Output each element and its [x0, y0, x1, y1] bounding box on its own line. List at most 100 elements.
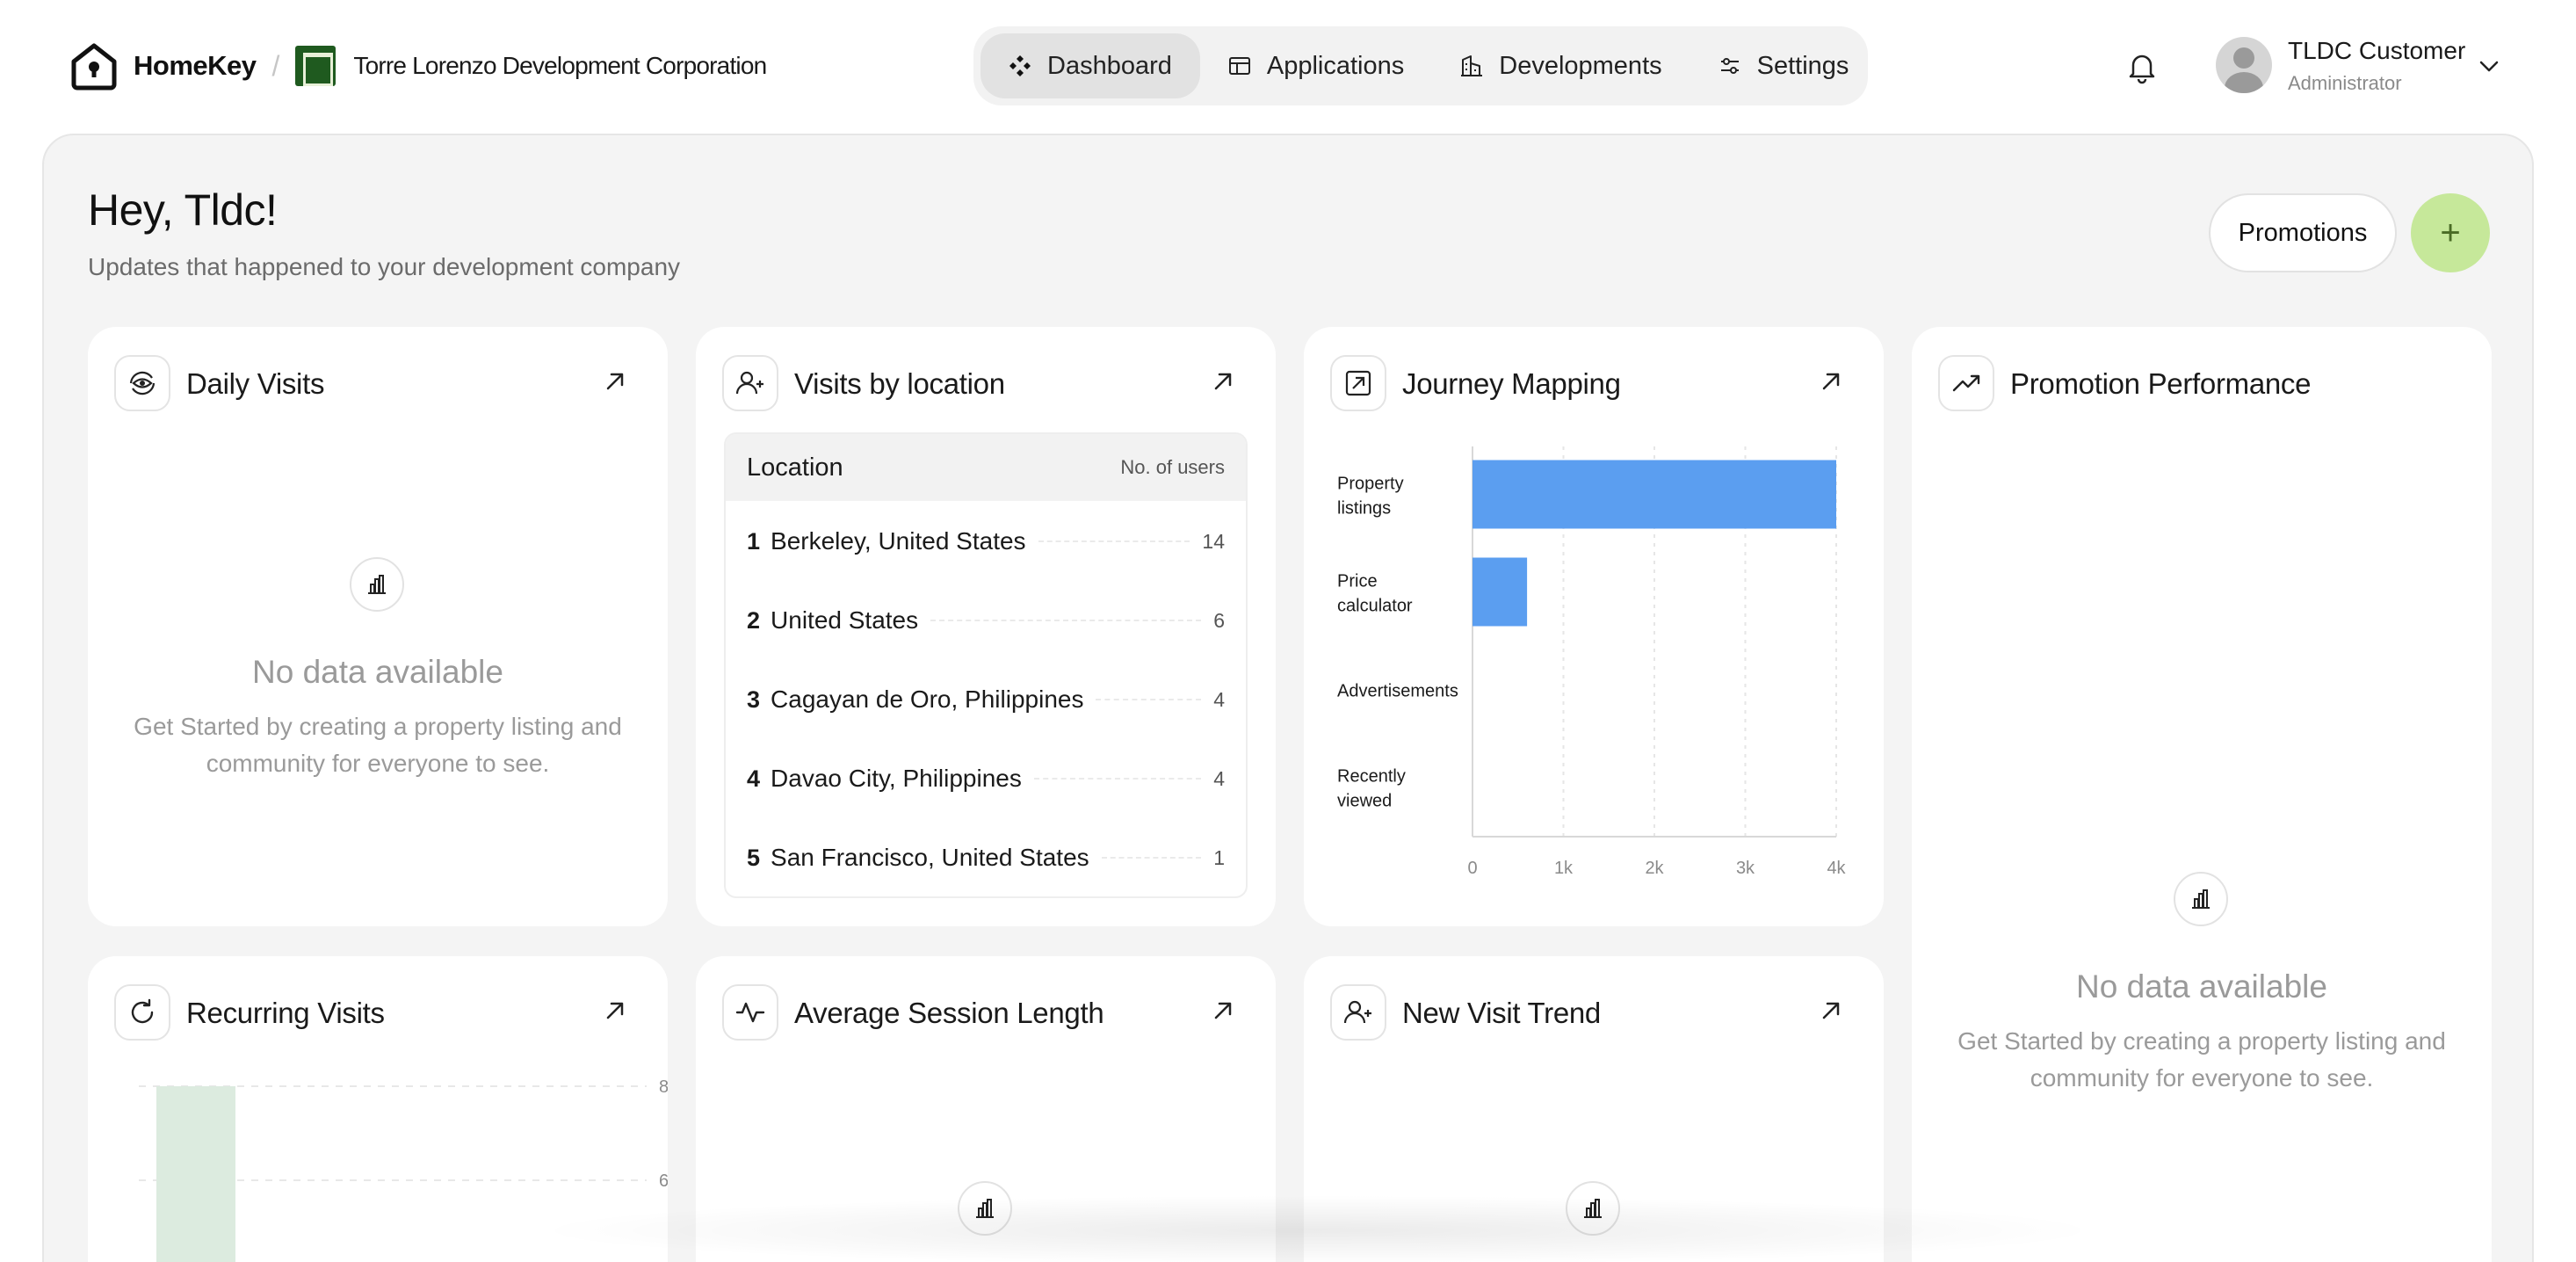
table-row: 1 Berkeley, United States 14: [747, 524, 1225, 559]
expand-arrow-icon[interactable]: [601, 367, 629, 395]
recurring-visits-chart: 86: [139, 1077, 668, 1262]
category-label: viewed: [1337, 792, 1392, 811]
expand-arrow-icon[interactable]: [1209, 997, 1237, 1025]
dashboard-panel: Hey, Tldc! Updates that happened to your…: [42, 134, 2534, 1262]
card-title: New Visit Trend: [1402, 997, 1601, 1029]
row-leader: [1033, 778, 1202, 780]
user-role: Administrator: [2288, 72, 2402, 94]
eye-refresh-icon: [129, 371, 156, 395]
row-leader: [1101, 857, 1202, 859]
card-visits-by-location: Visits by location Location No. of users…: [696, 327, 1276, 926]
bar-chart-icon: [958, 1181, 1012, 1236]
row-users: 4: [1213, 687, 1225, 711]
x-tick-label: 0: [1467, 859, 1477, 878]
row-rank: 3: [747, 685, 761, 713]
y-tick-label: 8: [659, 1077, 668, 1097]
row-users: 14: [1202, 529, 1225, 553]
card-average-session-length: Average Session Length: [696, 956, 1276, 1262]
y-tick-label: 6: [659, 1171, 668, 1191]
promotion-performance-icon: [1938, 355, 1994, 411]
user-plus-icon: [1343, 1000, 1371, 1024]
row-location: United States: [771, 606, 919, 634]
category-label: Recently: [1337, 767, 1406, 787]
top-bar: HomeKey / Torre Lorenzo Development Corp…: [0, 0, 2576, 132]
card-new-visit-trend: New Visit Trend: [1304, 956, 1884, 1262]
chevron-down-icon[interactable]: [2476, 53, 2502, 79]
row-location: Davao City, Philippines: [771, 765, 1022, 792]
row-users: 1: [1213, 845, 1225, 869]
empty-state-title: No data available: [2076, 968, 2327, 1005]
card-title: Promotion Performance: [2010, 367, 2312, 400]
brand-name: HomeKey: [134, 50, 257, 81]
page-title: Hey, Tldc!: [88, 185, 278, 235]
card-journey-mapping: Journey Mapping 0 1k 2k 3k 4k Property listing…: [1304, 327, 1884, 926]
user-plus-icon: [735, 371, 763, 395]
location-table: Location No. of users 1 Berkeley, United…: [724, 432, 1248, 898]
bar: [156, 1086, 235, 1262]
column-header-users: No. of users: [1120, 456, 1225, 478]
promotions-button[interactable]: Promotions: [2209, 193, 2397, 272]
trending-up-icon: [1952, 374, 1980, 392]
empty-state-desc: Get Started by creating a property listi…: [1957, 1027, 2446, 1092]
brand[interactable]: HomeKey / Torre Lorenzo Development Corp…: [69, 39, 767, 93]
x-tick-label: 1k: [1554, 859, 1574, 878]
nav-developments[interactable]: Developments: [1432, 33, 1690, 98]
average-session-icon: [722, 984, 778, 1041]
buildings-icon: [1461, 55, 1483, 76]
row-leader: [930, 620, 1202, 621]
nav-dashboard-label: Dashboard: [1047, 51, 1172, 80]
row-users: 6: [1213, 608, 1225, 632]
row-location: San Francisco, United States: [771, 844, 1089, 871]
daily-visits-icon: [114, 355, 170, 411]
org-logo-icon: [295, 46, 336, 86]
x-tick-label: 2k: [1645, 859, 1664, 878]
row-rank: 2: [747, 606, 761, 634]
table-row: 3 Cagayan de Oro, Philippines 4: [747, 682, 1225, 717]
row-location: Berkeley, United States: [771, 527, 1026, 555]
sliders-icon: [1720, 58, 1739, 74]
bar: [1473, 460, 1836, 529]
bar-chart-icon: [350, 557, 404, 612]
user-avatar[interactable]: [2216, 37, 2272, 93]
nav-developments-label: Developments: [1499, 51, 1662, 80]
card-daily-visits: Daily Visits No data available Get Start…: [88, 327, 668, 926]
expand-arrow-icon[interactable]: [1209, 367, 1237, 395]
bar-chart-icon: [1566, 1181, 1620, 1236]
card-recurring-visits: Recurring Visits 86: [88, 956, 668, 1262]
row-location: Cagayan de Oro, Philippines: [771, 685, 1084, 713]
card-title: Average Session Length: [794, 997, 1104, 1029]
card-title: Visits by location: [794, 367, 1005, 400]
user-name[interactable]: TLDC Customer: [2288, 37, 2465, 65]
expand-arrow-icon[interactable]: [1817, 997, 1845, 1025]
category-label: listings: [1337, 499, 1391, 519]
category-label: calculator: [1337, 597, 1413, 616]
empty-state-title: No data available: [252, 654, 503, 690]
nav-applications[interactable]: Applications: [1200, 33, 1432, 98]
main-nav: Dashboard Applications Developments Sett…: [973, 26, 1868, 105]
page-subtitle: Updates that happened to your developmen…: [88, 253, 681, 280]
category-label: Property: [1337, 475, 1404, 494]
row-users: 4: [1213, 766, 1225, 790]
empty-state-desc: Get Started by creating a property listi…: [134, 713, 622, 777]
card-promotion-performance: Promotion Performance No data available …: [1912, 327, 2492, 1262]
column-header-location: Location: [747, 453, 843, 482]
category-label: Advertisements: [1337, 682, 1458, 701]
nav-settings-label: Settings: [1756, 51, 1849, 80]
nav-settings[interactable]: Settings: [1690, 33, 1878, 98]
add-button[interactable]: +: [2411, 193, 2490, 272]
bar: [1473, 557, 1528, 627]
table-row: 2 United States 6: [747, 603, 1225, 638]
nav-dashboard[interactable]: Dashboard: [980, 33, 1200, 98]
card-title: Daily Visits: [186, 367, 325, 400]
notification-bell-icon[interactable]: [2124, 49, 2160, 84]
row-rank: 1: [747, 527, 761, 555]
breadcrumb-separator: /: [271, 49, 280, 82]
x-tick-label: 3k: [1736, 859, 1755, 878]
x-tick-label: 4k: [1827, 859, 1846, 878]
category-label: Price: [1337, 572, 1378, 591]
new-visit-trend-icon: [1330, 984, 1386, 1041]
applications-icon: [1228, 57, 1250, 75]
table-row: 5 San Francisco, United States 1: [747, 840, 1225, 875]
activity-pulse-icon: [735, 1002, 765, 1023]
nav-applications-label: Applications: [1266, 51, 1405, 80]
